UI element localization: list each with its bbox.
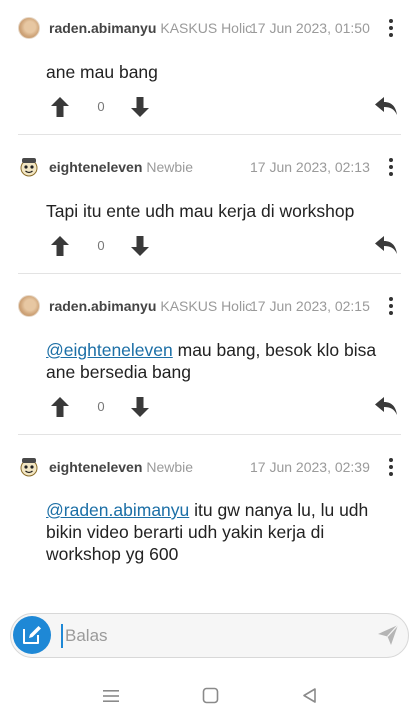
downvote-icon[interactable] [130, 396, 150, 418]
compose-button[interactable] [13, 616, 51, 654]
upvote-icon[interactable] [50, 96, 70, 118]
timestamp: 17 Jun 2023, 02:13 [250, 159, 370, 175]
username[interactable]: eighteneleven [49, 159, 142, 175]
username[interactable]: raden.abimanyu [49, 298, 156, 314]
divider [18, 434, 401, 435]
menu-icon[interactable] [102, 688, 120, 704]
reply-icon[interactable] [374, 235, 398, 255]
comment-header: eighteneleven Newbie 17 Jun 2023, 02:13 [18, 156, 403, 178]
more-options-icon[interactable] [384, 156, 398, 178]
reply-icon[interactable] [374, 396, 398, 416]
timestamp: 17 Jun 2023, 02:39 [250, 459, 370, 475]
timestamp: 17 Jun 2023, 01:50 [250, 20, 370, 36]
comment-header: raden.abimanyu KASKUS Holic 17 Jun 2023,… [18, 295, 403, 317]
username[interactable]: raden.abimanyu [49, 20, 156, 36]
user-mention-link[interactable]: @raden.abimanyu [46, 500, 189, 520]
more-options-icon[interactable] [384, 456, 398, 478]
vote-count: 0 [97, 238, 105, 253]
home-icon[interactable] [202, 687, 219, 704]
comment-header: eighteneleven Newbie 17 Jun 2023, 02:39 [18, 456, 403, 478]
downvote-icon[interactable] [130, 96, 150, 118]
vote-count: 0 [97, 99, 105, 114]
user-rank: Newbie [146, 159, 194, 175]
system-navigation-bar [0, 676, 419, 720]
timestamp: 17 Jun 2023, 02:15 [250, 298, 370, 314]
reply-icon[interactable] [374, 96, 398, 116]
send-icon[interactable] [377, 624, 399, 646]
divider [18, 273, 401, 274]
comment-actions: 0 [0, 96, 419, 120]
reply-composer [10, 613, 409, 658]
more-options-icon[interactable] [384, 295, 398, 317]
more-options-icon[interactable] [384, 17, 398, 39]
downvote-icon[interactable] [130, 235, 150, 257]
upvote-icon[interactable] [50, 235, 70, 257]
comment-body: ane mau bang [46, 62, 158, 82]
user-mention-link[interactable]: @eighteneleven [46, 340, 173, 360]
back-icon[interactable] [301, 687, 318, 704]
comment-text: @eighteneleven mau bang, besok klo bisa … [46, 339, 396, 383]
avatar[interactable] [18, 17, 40, 39]
comment-text: ane mau bang [46, 61, 396, 83]
user-rank: KASKUS Holic [160, 20, 253, 36]
vote-count: 0 [97, 399, 105, 414]
comment-actions: 0 [0, 396, 419, 420]
avatar[interactable] [18, 456, 40, 478]
comment-body: Tapi itu ente udh mau kerja di workshop [46, 201, 355, 221]
user-rank: Newbie [146, 459, 194, 475]
upvote-icon[interactable] [50, 396, 70, 418]
comment-actions: 0 [0, 235, 419, 259]
username[interactable]: eighteneleven [49, 459, 142, 475]
comment-header: raden.abimanyu KASKUS Holic 17 Jun 2023,… [18, 17, 403, 39]
comment-text: Tapi itu ente udh mau kerja di workshop [46, 200, 396, 222]
comment-text: @raden.abimanyu itu gw nanya lu, lu udh … [46, 499, 396, 565]
reply-input[interactable] [61, 624, 365, 648]
avatar[interactable] [18, 295, 40, 317]
user-rank: KASKUS Holic [160, 298, 253, 314]
divider [18, 134, 401, 135]
avatar[interactable] [18, 156, 40, 178]
edit-icon [23, 626, 41, 644]
